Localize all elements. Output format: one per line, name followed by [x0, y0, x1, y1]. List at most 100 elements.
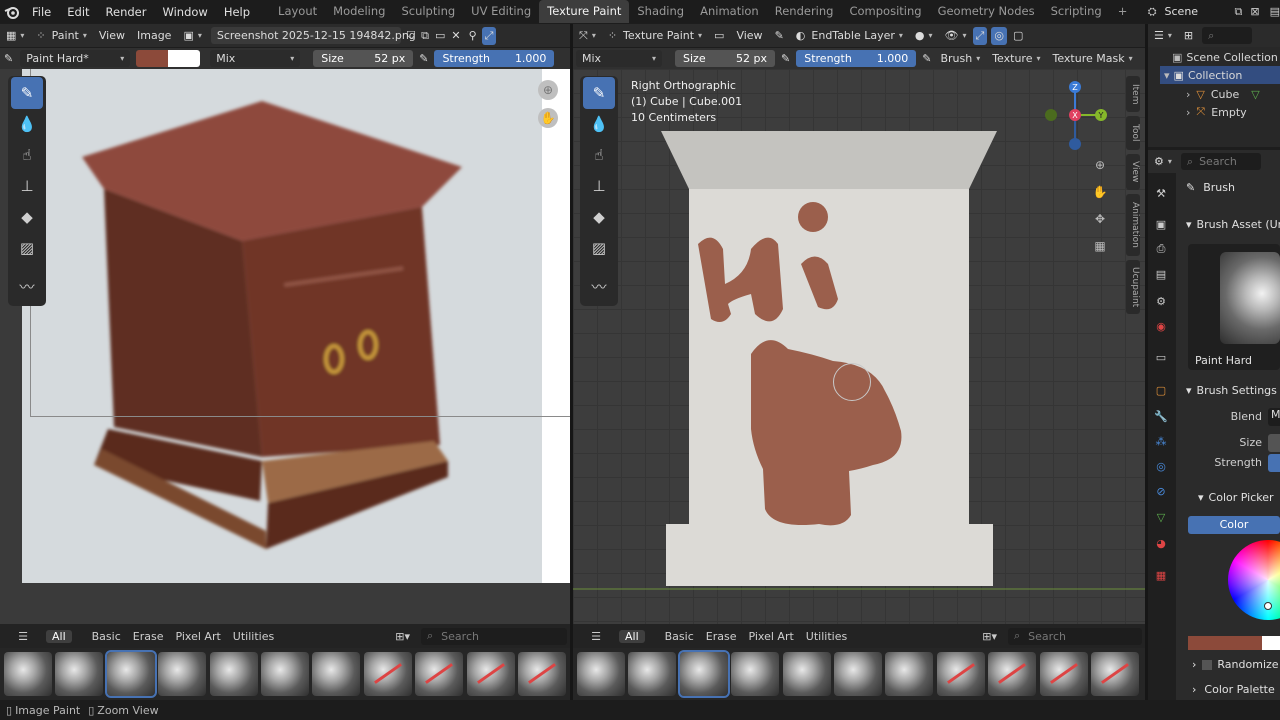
vp-annotate-tool-icon[interactable]: 〰 [583, 270, 615, 302]
constraints-tab-icon[interactable]: ⊘ [1152, 482, 1170, 500]
vp-shelf-tab-erase[interactable]: Erase [700, 630, 743, 643]
tool-tab-icon[interactable]: ⚒ [1152, 184, 1170, 202]
brush-thumb[interactable] [577, 652, 625, 696]
uv-sync-icon[interactable]: ⤢ [481, 26, 497, 45]
menu-window[interactable]: Window [154, 5, 215, 19]
overlays-icon[interactable]: ◎ [991, 26, 1007, 45]
brush-thumb[interactable] [885, 652, 934, 696]
ntab-animation[interactable]: Animation [1126, 194, 1140, 256]
layer-selector[interactable]: ◐ EndTable Layer ▾ [790, 24, 909, 47]
tab-geometry-nodes[interactable]: Geometry Nodes [930, 0, 1043, 23]
physics-tab-icon[interactable]: ◎ [1152, 457, 1170, 475]
unlink-image-icon[interactable]: ✕ [448, 24, 463, 47]
ntab-tool[interactable]: Tool [1126, 116, 1140, 150]
brush-thumb[interactable] [260, 652, 309, 696]
data-tab-icon[interactable]: ▽ [1152, 508, 1170, 526]
vp-shelf-search-input[interactable]: ⌕ Search [1008, 627, 1142, 645]
browse-image-icon[interactable]: ▣ ▾ [177, 24, 207, 47]
brush-thumb[interactable] [782, 652, 831, 696]
blend-value[interactable]: M [1268, 408, 1280, 426]
outliner-item-cube[interactable]: › ▽ Cube ▽ [1186, 85, 1260, 103]
brush-settings-panel[interactable]: ▾ Brush Settings [1186, 384, 1277, 397]
new-image-icon[interactable]: ⧉ [418, 24, 432, 47]
brush-asset-panel[interactable]: ▾Brush Asset (Uns [1186, 218, 1280, 231]
smear-tool-icon[interactable]: ☝ [11, 139, 43, 171]
3d-viewport[interactable]: Right Orthographic (1) Cube | Cube.001 1… [573, 69, 1145, 624]
vp-shelf-tab-utilities[interactable]: Utilities [800, 630, 853, 643]
vp-blend-dropdown[interactable]: Mix ▾ [576, 50, 662, 67]
vp-shelf-display-icon[interactable]: ⊞▾ [982, 630, 997, 643]
erase-brush-thumb[interactable] [988, 652, 1037, 696]
outliner-search-input[interactable]: ⌕ [1202, 27, 1253, 44]
vp-strength-pressure-icon[interactable]: ✎ [919, 48, 934, 69]
ntab-ucupaint[interactable]: Ucupaint [1126, 260, 1140, 314]
particles-tab-icon[interactable]: ⁂ [1152, 432, 1170, 450]
shelf-tab-erase[interactable]: Erase [127, 630, 170, 643]
outliner-display-icon[interactable]: ⊞ [1178, 24, 1199, 47]
tab-sculpting[interactable]: Sculpting [393, 0, 463, 23]
viewport-pan-icon[interactable]: ✋ [1090, 182, 1110, 202]
zoom-icon[interactable]: ⊕ [538, 80, 558, 100]
pin-icon[interactable]: ⚲ [464, 24, 482, 47]
add-workspace-icon[interactable]: + [1110, 0, 1136, 23]
brush-thumb-selected[interactable] [104, 650, 157, 698]
object-tab-icon[interactable]: ▢ [1152, 381, 1170, 399]
viewport-editor-type-button[interactable]: ⤧ ▾ [573, 24, 602, 47]
material-tab-icon[interactable]: ◕ [1152, 534, 1170, 552]
collection-tab-icon[interactable]: ▭ [1152, 348, 1170, 366]
vp-mask-tool-icon[interactable]: ▨ [583, 232, 615, 264]
color-palette-panel[interactable]: › Color Palette [1192, 683, 1275, 696]
navigation-gizmo[interactable]: Z Y X [1039, 79, 1109, 153]
erase-brush-thumb[interactable] [936, 652, 985, 696]
scene-name[interactable]: Scene [1165, 5, 1235, 18]
texture-menu[interactable]: Texture ▾ [986, 48, 1046, 69]
vp-size-slider[interactable]: Size 52 px [675, 50, 775, 67]
visibility-icon[interactable]: 👁 ▾ [939, 24, 973, 47]
brush-preview[interactable]: Paint Hard [1188, 244, 1280, 370]
mask-tool-icon[interactable]: ▨ [11, 232, 43, 264]
vp-strength-slider[interactable]: Strength 1.000 [796, 50, 917, 67]
randomize-color-panel[interactable]: ›Randomize C [1192, 658, 1280, 671]
brush-thumb-selected[interactable] [677, 650, 730, 698]
menu-help[interactable]: Help [216, 5, 258, 19]
image-editor-area[interactable]: ⊕ ✋ [0, 69, 570, 624]
soften-tool-icon[interactable]: 💧 [11, 108, 43, 140]
brush-thumb[interactable] [833, 652, 882, 696]
ntab-item[interactable]: Item [1126, 76, 1140, 112]
render-tab-icon[interactable]: ▣ [1152, 215, 1170, 233]
shelf-display-icon[interactable]: ⊞▾ [395, 630, 410, 643]
new-scene-icon[interactable]: ⧉ [1235, 5, 1243, 19]
erase-brush-thumb[interactable] [1039, 652, 1088, 696]
view-layer-tab-icon[interactable]: ▤ [1152, 265, 1170, 283]
erase-brush-thumb[interactable] [363, 652, 412, 696]
brush-thumb[interactable] [158, 652, 207, 696]
tab-compositing[interactable]: Compositing [841, 0, 929, 23]
brush-thumb[interactable] [312, 652, 361, 696]
primary-color-bar[interactable] [1188, 636, 1262, 650]
strength-slider[interactable]: Strength 1.000 [434, 50, 555, 67]
brush-thumb[interactable] [4, 652, 52, 696]
viewport-view-menu[interactable]: View [730, 24, 768, 47]
open-image-icon[interactable]: ▭ [432, 24, 448, 47]
brush-thumb[interactable] [209, 652, 258, 696]
menu-edit[interactable]: Edit [59, 5, 97, 19]
size-prop-slider[interactable] [1268, 434, 1280, 452]
outliner-item-empty[interactable]: › ⤧ Empty [1186, 103, 1247, 121]
texture-tab-icon[interactable]: ▦ [1152, 566, 1170, 584]
output-tab-icon[interactable]: ⎙ [1152, 240, 1170, 258]
menu-render[interactable]: Render [98, 5, 155, 19]
scene-tab-icon[interactable]: ⚙ [1152, 292, 1170, 310]
blender-logo-icon[interactable] [0, 0, 24, 23]
image-view-menu[interactable]: View [93, 24, 131, 47]
shelf-tab-all[interactable]: All [46, 629, 72, 643]
texture-mask-menu[interactable]: Texture Mask ▾ [1047, 48, 1139, 69]
brush-selector[interactable]: Paint Hard* ▾ [20, 50, 131, 67]
image-name-field[interactable]: Screenshot 2025-12-15 194842.png [210, 27, 416, 44]
modifier-tab-icon[interactable]: 🔧 [1152, 407, 1170, 425]
image-menu[interactable]: Image [131, 24, 177, 47]
editor-type-button[interactable]: ▦ ▾ [0, 24, 30, 47]
vp-size-pressure-icon[interactable]: ✎ [778, 48, 793, 69]
outliner-scene-collection[interactable]: ▣ Scene Collection [1172, 48, 1278, 66]
properties-search-input[interactable]: ⌕ Search [1180, 153, 1261, 170]
vp-clone-tool-icon[interactable]: ⊥ [583, 170, 615, 202]
